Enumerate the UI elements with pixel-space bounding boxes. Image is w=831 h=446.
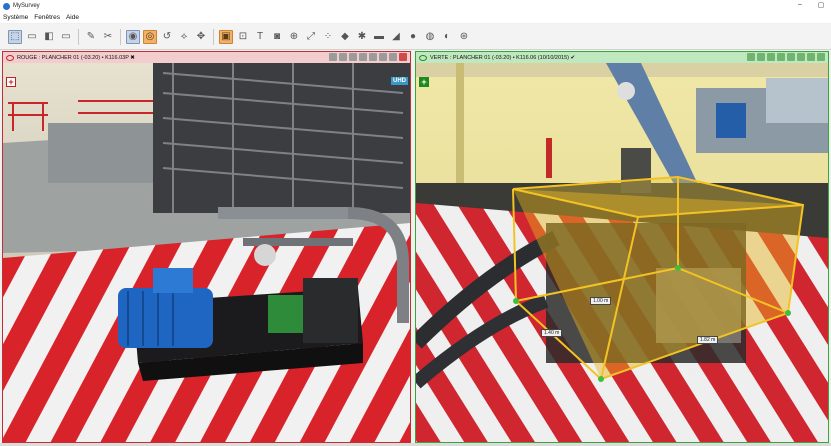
green-eye-icon[interactable]: [419, 54, 427, 61]
dimension-label-height: 1.00 m: [590, 297, 612, 305]
beam-icon[interactable]: ◢: [389, 30, 403, 44]
eye-icon[interactable]: ◉: [126, 29, 140, 44]
axes-icon[interactable]: ⟡: [177, 30, 191, 44]
right-viewer-header: VERTE : PLANCHER 01 (-03.20) • K116.06 (…: [416, 52, 828, 63]
right-pointcloud-view[interactable]: + 1.00 m 1.40 m 1.82 m: [416, 63, 828, 442]
viewer-pin-icon[interactable]: [329, 53, 337, 61]
menu-aide[interactable]: Aide: [66, 14, 79, 21]
compass-icon[interactable]: ⊛: [457, 30, 471, 44]
valve-icon[interactable]: ◐: [440, 30, 454, 44]
window-controls: – ▢: [794, 1, 827, 9]
toolbar-separator: [120, 28, 121, 45]
window-title: MySurvey: [13, 3, 40, 9]
text-icon[interactable]: T: [253, 30, 267, 44]
left-add-button[interactable]: +: [6, 77, 16, 87]
uhd-badge: UHD: [391, 77, 408, 85]
right-add-button[interactable]: +: [419, 77, 429, 87]
main-toolbar: ⬚ ▭ ◧ ▭ ✎ ✂ ◉ ◎ ↺ ⟡ ✥ ▣ ⊡ T ◙ ⊕ ⤢ ⁘ ◆ ✱ ▬ ◢ ● ◍ ◐ ⊛: [0, 24, 831, 50]
menu-systeme[interactable]: Système: [3, 14, 28, 21]
right-viewer[interactable]: VERTE : PLANCHER 01 (-03.20) • K116.06 (…: [415, 51, 829, 443]
viewer-pin-icon[interactable]: [747, 53, 755, 61]
viewer-grid-icon[interactable]: [777, 53, 785, 61]
red-eye-icon[interactable]: [6, 54, 14, 61]
pen-icon[interactable]: ✎: [84, 30, 98, 44]
plane-icon[interactable]: ◆: [338, 30, 352, 44]
minimize-button[interactable]: –: [794, 1, 806, 9]
shape-icon[interactable]: ✱: [355, 30, 369, 44]
menu-fenetres[interactable]: Fenêtres: [34, 14, 60, 21]
maximize-button[interactable]: ▢: [815, 1, 827, 9]
viewer-layers-icon[interactable]: [349, 53, 357, 61]
viewer-close-icon[interactable]: [817, 53, 825, 61]
viewer-link-icon[interactable]: [339, 53, 347, 61]
view-icon[interactable]: ◧: [42, 30, 56, 44]
box-tool-icon[interactable]: ▣: [219, 29, 233, 44]
left-scene-graphic: [3, 63, 410, 442]
right-viewer-title: VERTE : PLANCHER 01 (-03.20) • K116.06 (…: [430, 54, 576, 61]
sphere-icon[interactable]: ●: [406, 30, 420, 44]
viewer-restore-icon[interactable]: [807, 53, 815, 61]
camera-eye-icon[interactable]: ◎: [143, 29, 157, 44]
rotate-icon[interactable]: ↺: [160, 30, 174, 44]
viewer-grid-icon[interactable]: [359, 53, 367, 61]
viewer-close-icon[interactable]: [399, 53, 407, 61]
dimension-label-depth: 1.40 m: [541, 329, 563, 337]
left-panorama-view[interactable]: UHD +: [3, 63, 410, 442]
flange-icon[interactable]: ◍: [423, 30, 437, 44]
left-viewer-tools: [329, 53, 407, 61]
screen-icon[interactable]: ▭: [59, 30, 73, 44]
menu-bar: Système Fenêtres Aide: [0, 12, 831, 23]
photo-icon[interactable]: ◙: [270, 30, 284, 44]
move-icon[interactable]: ✥: [194, 30, 208, 44]
left-viewer-header: ROUGE : PLANCHER 01 (-03.20) • K116.03P …: [3, 52, 410, 63]
scissors-icon[interactable]: ✂: [101, 30, 115, 44]
viewer-layers-icon[interactable]: [767, 53, 775, 61]
toolbar-separator: [78, 28, 79, 45]
viewer-settings-icon[interactable]: [797, 53, 805, 61]
cube-icon[interactable]: ⊡: [236, 30, 250, 44]
left-viewer[interactable]: ROUGE : PLANCHER 01 (-03.20) • K116.03P …: [2, 51, 411, 443]
left-viewer-title: ROUGE : PLANCHER 01 (-03.20) • K116.03P …: [17, 54, 135, 61]
dimension-label-width: 1.82 m: [697, 336, 719, 344]
target-icon[interactable]: ⊕: [287, 30, 301, 44]
right-scene-graphic: [416, 63, 828, 442]
viewer-restore-icon[interactable]: [389, 53, 397, 61]
title-bar: MySurvey – ▢: [0, 0, 831, 12]
right-viewer-tools: [747, 53, 825, 61]
points-icon[interactable]: ⁘: [321, 30, 335, 44]
measure-icon[interactable]: ⤢: [304, 30, 318, 44]
select-tool-icon[interactable]: ⬚: [8, 29, 22, 44]
toolbar-separator: [213, 28, 214, 45]
pipe-icon[interactable]: ▬: [372, 30, 386, 44]
app-logo-icon: [3, 2, 10, 10]
viewer-settings-icon[interactable]: [379, 53, 387, 61]
viewer-camera-icon[interactable]: [369, 53, 377, 61]
save-icon[interactable]: ▭: [25, 30, 39, 44]
viewer-camera-icon[interactable]: [787, 53, 795, 61]
viewer-link-icon[interactable]: [757, 53, 765, 61]
